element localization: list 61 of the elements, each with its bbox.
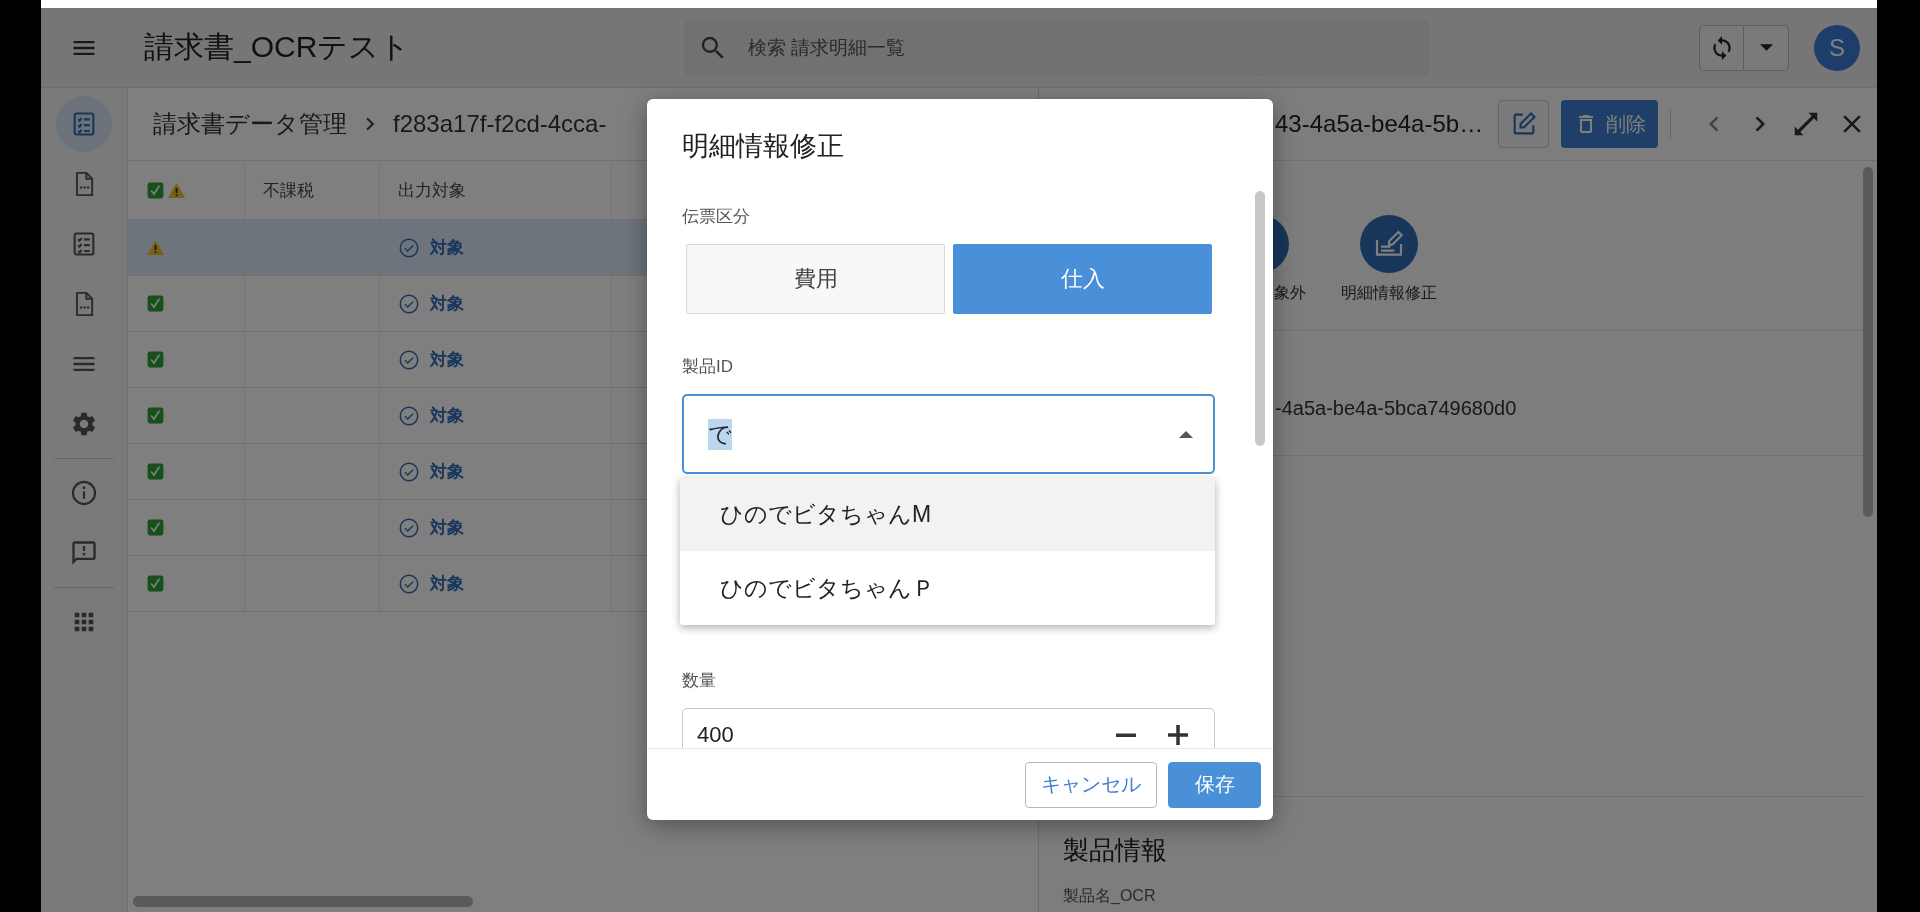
warning-icon (146, 238, 165, 257)
horizontal-scrollbar[interactable] (133, 895, 473, 907)
caret-down-icon (1759, 44, 1773, 51)
check-circle-icon (398, 404, 420, 427)
check-box-icon (146, 518, 165, 537)
vertical-scrollbar[interactable] (1255, 191, 1265, 446)
target-label: 対象 (430, 237, 464, 259)
field-label: 数量 (682, 670, 717, 692)
sync-button[interactable] (1699, 24, 1744, 71)
section-title: 製品情報 (1063, 834, 1168, 867)
detail-title: 43-4a5a-be4a-5b… (1275, 110, 1485, 138)
avatar[interactable]: S (1814, 24, 1860, 71)
target-label: 対象 (430, 517, 464, 539)
breadcrumb-current: f283a17f-f2cd-4cca- (393, 110, 607, 138)
vertical-scrollbar[interactable] (1863, 167, 1873, 517)
search-field[interactable]: 検索 請求明細一覧 (746, 35, 1429, 60)
quantity-field[interactable]: 400 (682, 708, 1215, 748)
feedback-icon (70, 539, 98, 567)
check-box-icon (146, 350, 165, 369)
check-box-icon (146, 180, 165, 200)
toggle-button[interactable]: 費用 (686, 244, 945, 314)
save-button[interactable]: 保存 (1168, 761, 1261, 808)
target-label: 対象 (430, 573, 464, 595)
action-label: 象外 (1274, 283, 1306, 303)
caret-up-icon (1179, 430, 1193, 438)
dialog-title: 明細情報修正 (681, 129, 845, 163)
cancel-button[interactable]: キャンセル (1025, 761, 1157, 808)
check-circle-icon (398, 460, 420, 483)
action-label: 明細情報修正 (1341, 283, 1437, 303)
field-label: 製品ID (682, 356, 734, 378)
app-title: 請求書_OCRテスト (144, 29, 412, 65)
dropdown-option[interactable]: ひのでビタちゃんM (680, 477, 1215, 551)
settings-icon (70, 410, 98, 438)
check-circle-icon (398, 236, 420, 259)
nav-item[interactable] (56, 96, 112, 152)
breadcrumb-link[interactable]: 請求書データ管理 (153, 108, 347, 140)
column-header: 出力対象 (380, 161, 612, 219)
field-label: 製品名_OCR (1063, 886, 1157, 906)
check-circle-icon (398, 516, 420, 539)
product-id-combobox[interactable]: で (682, 394, 1215, 474)
info-icon (70, 479, 98, 507)
target-label: 対象 (430, 405, 464, 427)
check-box-icon (146, 574, 165, 593)
target-label: 対象 (430, 349, 464, 371)
search-bar[interactable]: 検索 請求明細一覧 (684, 19, 1429, 76)
dropdown-button[interactable] (1744, 24, 1789, 71)
toggle-button[interactable]: 仕入 (953, 244, 1212, 314)
id-value: -4a5a-be4a-5bca749680d0 (1275, 396, 1517, 420)
delete-button[interactable]: 削除 (1561, 100, 1658, 148)
check-box-icon (146, 406, 165, 425)
check-box-icon (146, 462, 165, 481)
check-box-icon (146, 294, 165, 313)
check-circle-icon (398, 348, 420, 371)
check-circle-icon (398, 572, 420, 595)
check-circle-icon (398, 292, 420, 315)
target-label: 対象 (430, 293, 464, 315)
column-header: 不課税 (245, 161, 380, 219)
round-action-button[interactable] (1360, 215, 1418, 273)
edit-button[interactable] (1498, 100, 1549, 148)
target-label: 対象 (430, 461, 464, 483)
warning-icon (167, 180, 186, 200)
